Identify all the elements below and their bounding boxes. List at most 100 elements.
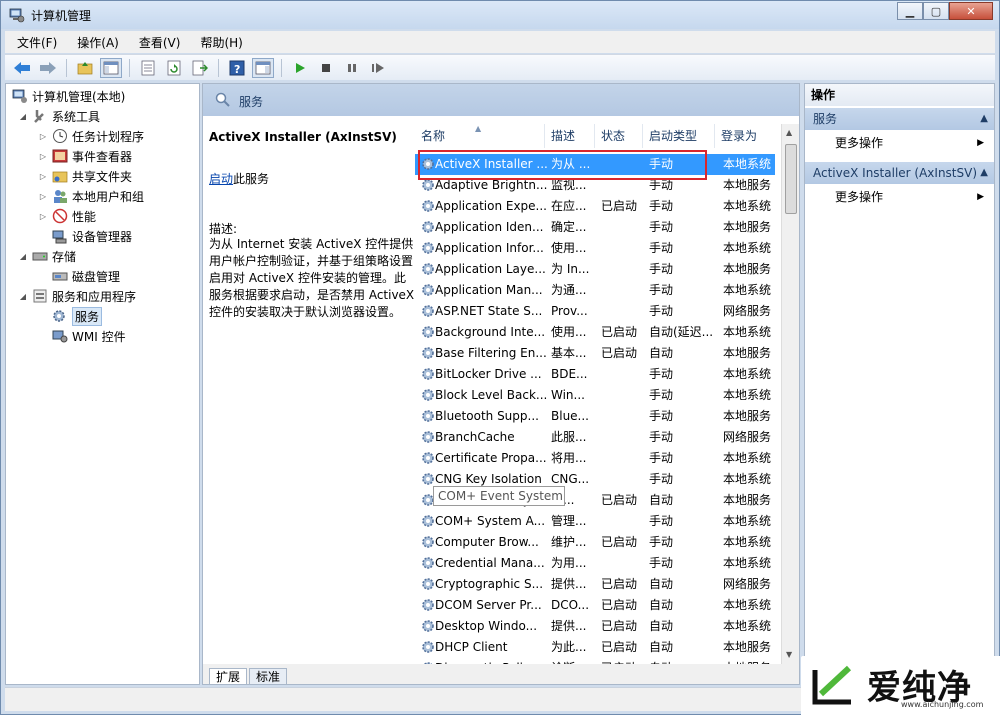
expand-arrow-icon[interactable]: ▷	[38, 152, 48, 161]
service-row[interactable]: Application Infor... 使用... 手动 本地系统	[415, 238, 775, 259]
tab-extended[interactable]: 扩展	[209, 668, 248, 684]
menu-help[interactable]: 帮助(H)	[188, 34, 250, 51]
show-hide-action-pane-button[interactable]	[252, 57, 274, 78]
expand-arrow-icon[interactable]: ▷	[38, 192, 48, 201]
start-service-link[interactable]: 启动	[209, 172, 233, 186]
pause-service-button[interactable]	[341, 58, 363, 78]
column-header-description[interactable]: 描述	[545, 124, 595, 148]
service-row[interactable]: Credential Mana... 为用... 手动 本地系统	[415, 553, 775, 574]
minimize-button[interactable]: ▁	[897, 2, 923, 20]
service-row[interactable]: Base Filtering En... 基本... 已启动 自动 本地服务	[415, 343, 775, 364]
tree-root[interactable]: 计算机管理(本地)	[12, 86, 125, 106]
export-list-button[interactable]	[189, 58, 211, 78]
start-service-link-suffix: 此服务	[233, 172, 270, 186]
restart-service-button[interactable]	[367, 58, 389, 78]
service-row[interactable]: Application Expe... 在应... 已启动 手动 本地系统	[415, 196, 775, 217]
title-bar[interactable]: 计算机管理 ▁ ▢ ✕	[1, 1, 999, 29]
tree-item-services[interactable]: 服务	[52, 306, 103, 326]
service-gear-icon	[422, 578, 434, 590]
more-actions-selected-service[interactable]: 更多操作 ▶	[835, 186, 990, 208]
expand-arrow-icon[interactable]: ▷	[38, 132, 48, 141]
close-button[interactable]: ✕	[949, 2, 993, 20]
tab-standard[interactable]: 标准	[249, 668, 288, 684]
stop-service-button[interactable]	[315, 58, 337, 78]
console-tree-icon	[103, 61, 119, 74]
column-header-startup-type[interactable]: 启动类型	[643, 124, 715, 148]
tree-item-performance[interactable]: ▷ 性能	[38, 206, 96, 226]
service-row[interactable]: Block Level Back... Win... 手动 本地系统	[415, 385, 775, 406]
service-log-on-as: 本地系统	[723, 241, 772, 255]
tree-item-device-manager[interactable]: 设备管理器	[52, 226, 132, 246]
back-button[interactable]	[11, 58, 33, 78]
help-icon: ?	[229, 60, 245, 76]
service-row[interactable]: Background Inte... 使用... 已启动 自动(延迟... 本地系统	[415, 322, 775, 343]
service-name: Cryptographic S...	[435, 577, 544, 591]
service-row[interactable]: Bluetooth Supp... Blue... 手动 本地服务	[415, 406, 775, 427]
stop-icon	[322, 63, 330, 72]
service-name: BitLocker Drive ...	[435, 367, 542, 381]
tree-item-system-tools[interactable]: ◢ 系统工具	[18, 106, 100, 126]
actions-section-selected-service[interactable]: ActiveX Installer (AxInstSV) ▲	[805, 162, 994, 184]
service-row[interactable]: Cryptographic S... 提供... 已启动 自动 网络服务	[415, 574, 775, 595]
properties-button[interactable]	[137, 58, 159, 78]
service-name: Application Expe...	[435, 199, 547, 213]
service-startup-type: 手动	[649, 241, 674, 255]
more-actions-services[interactable]: 更多操作 ▶	[835, 132, 990, 154]
service-row[interactable]: Application Man... 为通... 手动 本地系统	[415, 280, 775, 301]
service-row[interactable]: Application Laye... 为 In... 手动 本地服务	[415, 259, 775, 280]
service-gear-icon	[422, 389, 434, 401]
forward-button[interactable]	[37, 58, 59, 78]
column-header-name[interactable]: 名称 ▲	[415, 124, 545, 148]
service-row[interactable]: Computer Brow... 维护... 已启动 手动 本地系统	[415, 532, 775, 553]
menu-action[interactable]: 操作(A)	[65, 34, 127, 51]
tree-item-wmi-control[interactable]: WMI 控件	[52, 326, 126, 346]
expand-arrow-icon[interactable]: ▷	[38, 212, 48, 221]
menu-file[interactable]: 文件(F)	[5, 34, 65, 51]
scroll-thumb[interactable]	[785, 144, 797, 214]
service-status: 已启动	[601, 640, 638, 654]
service-row[interactable]: Application Iden... 确定... 手动 本地服务	[415, 217, 775, 238]
service-row[interactable]: ASP.NET State S... Prov... 手动 网络服务	[415, 301, 775, 322]
restore-button[interactable]: ▢	[923, 2, 949, 20]
collapse-arrow-icon[interactable]: ◢	[18, 112, 28, 121]
services-list-scrollbar[interactable]: ▲ ▼	[781, 124, 799, 664]
scroll-up-arrow-icon[interactable]: ▲	[786, 128, 792, 137]
view-tabs: 扩展 标准	[203, 664, 799, 684]
scroll-down-arrow-icon[interactable]: ▼	[786, 650, 792, 659]
toolbar-separator	[129, 58, 130, 77]
menu-view[interactable]: 查看(V)	[127, 34, 189, 51]
toolbar-separator	[281, 58, 282, 77]
search-services-icon	[215, 92, 230, 107]
column-header-log-on-as[interactable]: 登录为	[715, 124, 779, 148]
show-hide-console-tree-button[interactable]	[100, 57, 122, 78]
collapse-arrow-icon[interactable]: ◢	[18, 252, 28, 261]
actions-section-services[interactable]: 服务 ▲	[805, 108, 994, 130]
tree-item-services-apps[interactable]: ◢ 服务和应用程序	[18, 286, 136, 306]
help-button[interactable]: ?	[226, 58, 248, 78]
tree-item-storage[interactable]: ◢ 存储	[18, 246, 76, 266]
service-name: Credential Mana...	[435, 556, 545, 570]
service-row[interactable]: COM+ System A... 管理... 手动 本地系统	[415, 511, 775, 532]
column-header-status[interactable]: 状态	[595, 124, 643, 148]
service-row[interactable]: Desktop Windo... 提供... 已启动 自动 本地系统	[415, 616, 775, 637]
tree-item-local-users[interactable]: ▷ 本地用户和组	[38, 186, 144, 206]
performance-icon	[52, 208, 68, 224]
refresh-button[interactable]	[163, 58, 185, 78]
export-list-icon	[192, 60, 208, 75]
services-icon	[53, 310, 65, 322]
service-log-on-as: 本地系统	[723, 556, 772, 570]
service-row[interactable]: DHCP Client 为此... 已启动 自动 本地服务	[415, 637, 775, 658]
up-one-level-button[interactable]	[74, 58, 96, 78]
service-row[interactable]: BitLocker Drive ... BDE... 手动 本地系统	[415, 364, 775, 385]
service-row[interactable]: DCOM Server Pr... DCO... 已启动 自动 本地系统	[415, 595, 775, 616]
start-service-button[interactable]	[289, 58, 311, 78]
service-row[interactable]: BranchCache 此服... 手动 网络服务	[415, 427, 775, 448]
collapse-triangle-icon: ▲	[980, 167, 988, 178]
service-row[interactable]: Certificate Propa... 将用... 手动 本地系统	[415, 448, 775, 469]
collapse-arrow-icon[interactable]: ◢	[18, 292, 28, 301]
tree-item-event-viewer[interactable]: ▷ 事件查看器	[38, 146, 132, 166]
expand-arrow-icon[interactable]: ▷	[38, 172, 48, 181]
tree-item-disk-management[interactable]: 磁盘管理	[52, 266, 120, 286]
tree-item-task-scheduler[interactable]: ▷ 任务计划程序	[38, 126, 144, 146]
tree-item-shared-folders[interactable]: ▷ 共享文件夹	[38, 166, 132, 186]
